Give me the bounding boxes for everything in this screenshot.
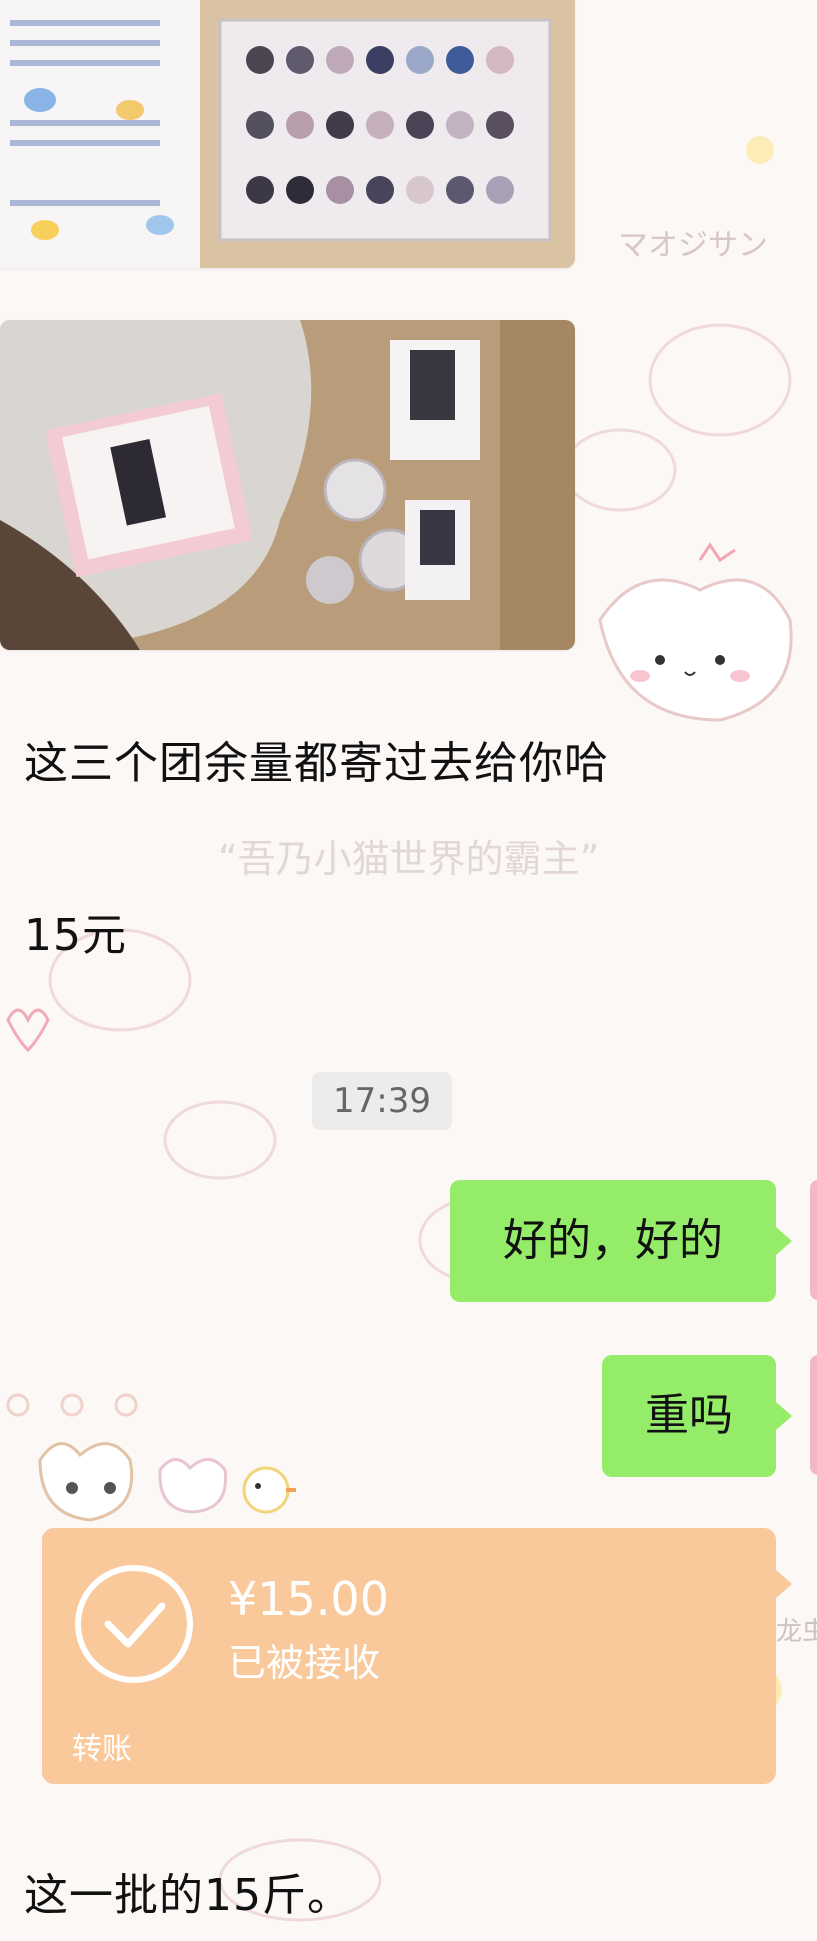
message-timestamp: 17:39: [312, 1072, 452, 1130]
incoming-message-2[interactable]: 15元: [24, 910, 127, 963]
photo-merch-keychains[interactable]: [0, 0, 575, 268]
incoming-message-1[interactable]: 这三个团余量都寄过去给你哈: [24, 738, 609, 791]
check-circle-icon: [75, 1565, 193, 1683]
outgoing-message-2[interactable]: 重吗: [602, 1355, 792, 1477]
photo-merch-box[interactable]: [0, 320, 575, 650]
transfer-status: 已被接收: [228, 1641, 381, 1685]
watermark-right-edge: 龙虫: [776, 1617, 817, 1647]
incoming-message-3[interactable]: 这一批的15斤。: [24, 1870, 352, 1923]
avatar[interactable]: [810, 1355, 817, 1475]
transfer-amount: ¥15.00: [228, 1572, 389, 1626]
outgoing-message-1[interactable]: 好的，好的: [450, 1180, 792, 1302]
transfer-card[interactable]: ¥15.00 已被接收 转账: [42, 1528, 792, 1784]
watermark-top-right: マオジサン: [618, 228, 768, 263]
cat-sticker: [598, 542, 793, 722]
watermark-middle: “吾乃小猫世界的霸主”: [218, 837, 599, 881]
avatar[interactable]: [810, 1180, 817, 1300]
transfer-label: 转账: [72, 1732, 132, 1767]
